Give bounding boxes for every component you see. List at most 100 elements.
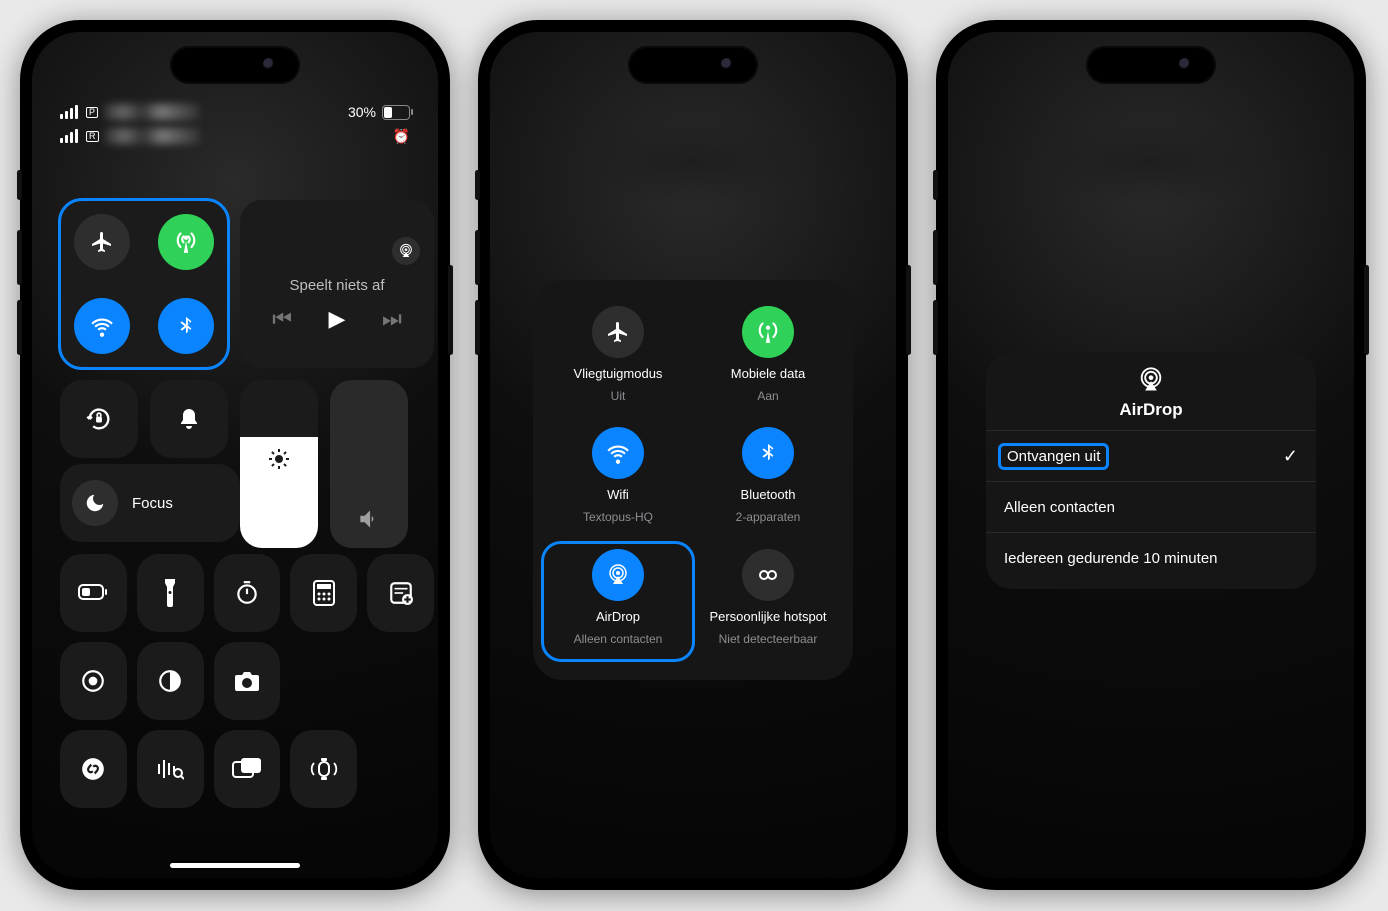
calculator-icon	[313, 580, 335, 606]
wifi-item[interactable]: Wifi Textopus-HQ	[543, 421, 693, 538]
cellular-bars-icon	[60, 129, 78, 143]
bluetooth-toggle[interactable]	[158, 298, 214, 354]
airplane-icon	[606, 320, 630, 344]
airplane-icon	[90, 230, 114, 254]
battery-icon	[382, 105, 410, 120]
hotspot-title: Persoonlijke hotspot	[709, 609, 826, 624]
airdrop-item[interactable]: AirDrop Alleen contacten	[543, 543, 693, 660]
apple-watch-ping-button[interactable]	[290, 730, 357, 808]
phone-frame-1: P ████████ 30% R ████████	[20, 20, 450, 890]
carrier-2-label: ████████	[105, 128, 200, 144]
bell-icon	[177, 407, 201, 431]
airdrop-option-off[interactable]: Ontvangen uit ✓	[986, 430, 1316, 481]
sound-recognition-button[interactable]	[137, 730, 204, 808]
calculator-button[interactable]	[290, 554, 357, 632]
airdrop-menu-title: AirDrop	[1119, 400, 1182, 420]
battery-icon	[78, 584, 108, 602]
brightness-slider[interactable]	[240, 380, 318, 548]
screen-control-center: P ████████ 30% R ████████	[32, 32, 438, 878]
record-icon	[80, 668, 106, 694]
airdrop-option-off-label: Ontvangen uit	[998, 443, 1109, 470]
wifi-toggle[interactable]	[74, 298, 130, 354]
focus-button[interactable]: Focus	[60, 464, 240, 542]
next-track-button[interactable]: ⏭	[382, 306, 402, 332]
volume-icon	[356, 506, 382, 532]
screenshot-stage: P ████████ 30% R ████████	[0, 0, 1388, 911]
airdrop-icon	[1137, 366, 1165, 394]
shazam-icon	[80, 756, 106, 782]
volume-slider[interactable]	[330, 380, 408, 548]
sim2-tag: R	[86, 131, 99, 142]
wifi-title: Wifi	[607, 487, 629, 502]
bluetooth-sub: 2-apparaten	[736, 510, 801, 524]
dark-mode-button[interactable]	[137, 642, 204, 720]
airplane-title: Vliegtuigmodus	[574, 366, 663, 381]
screen-record-button[interactable]	[60, 642, 127, 720]
airdrop-option-everyone-label: Iedereen gedurende 10 minuten	[1004, 550, 1218, 567]
airdrop-option-everyone[interactable]: Iedereen gedurende 10 minuten	[986, 532, 1316, 583]
airdrop-option-contacts-label: Alleen contacten	[1004, 499, 1115, 516]
play-button[interactable]: ▶	[329, 306, 346, 332]
bluetooth-item[interactable]: Bluetooth 2-apparaten	[693, 421, 843, 538]
airplane-mode-toggle[interactable]	[74, 214, 130, 270]
checkmark-icon: ✓	[1283, 446, 1298, 467]
cellular-data-item[interactable]: Mobiele data Aan	[693, 300, 843, 417]
cellular-antenna-icon	[173, 229, 199, 255]
hotspot-item[interactable]: Persoonlijke hotspot Niet detecteerbaar	[693, 543, 843, 660]
wifi-icon	[605, 440, 631, 466]
screen-connectivity-expanded: Vliegtuigmodus Uit Mobiele data Aan Wifi…	[490, 32, 896, 878]
mirror-icon	[232, 757, 262, 781]
camera-icon	[233, 670, 261, 692]
bluetooth-title: Bluetooth	[741, 487, 796, 502]
media-controls-tile[interactable]: Speelt niets af ⏮ ▶ ⏭	[240, 200, 434, 368]
waveform-search-icon	[156, 758, 184, 780]
focus-label: Focus	[132, 495, 173, 512]
brightness-icon	[267, 447, 291, 471]
screen-airdrop-options: AirDrop Ontvangen uit ✓ Alleen contacten…	[948, 32, 1354, 878]
orientation-lock-button[interactable]	[60, 380, 138, 458]
bluetooth-icon	[175, 315, 197, 337]
airplane-sub: Uit	[611, 389, 626, 403]
hotspot-icon	[756, 563, 780, 587]
cellular-title: Mobiele data	[731, 366, 805, 381]
flashlight-button[interactable]	[137, 554, 204, 632]
note-plus-icon	[388, 580, 414, 606]
previous-track-button[interactable]: ⏮	[272, 306, 292, 332]
low-power-mode-button[interactable]	[60, 554, 127, 632]
silent-mode-button[interactable]	[150, 380, 228, 458]
quick-note-button[interactable]	[367, 554, 434, 632]
orientation-lock-icon	[85, 405, 113, 433]
airdrop-sub: Alleen contacten	[574, 632, 663, 646]
wifi-icon	[89, 313, 115, 339]
phone-frame-3: AirDrop Ontvangen uit ✓ Alleen contacten…	[936, 20, 1366, 890]
timer-icon	[234, 580, 260, 606]
screen-mirroring-button[interactable]	[214, 730, 281, 808]
connectivity-cluster[interactable]	[60, 200, 228, 368]
shortcuts-grid	[60, 554, 434, 808]
airdrop-menu: AirDrop Ontvangen uit ✓ Alleen contacten…	[986, 352, 1316, 589]
watch-ping-icon	[309, 756, 339, 782]
now-playing-label: Speelt niets af	[254, 277, 420, 294]
connectivity-panel: Vliegtuigmodus Uit Mobiele data Aan Wifi…	[533, 280, 853, 680]
sim1-tag: P	[86, 107, 98, 118]
alarm-icon: ⏰	[393, 128, 410, 145]
shazam-button[interactable]	[60, 730, 127, 808]
airdrop-option-contacts[interactable]: Alleen contacten	[986, 481, 1316, 532]
cellular-data-toggle[interactable]	[158, 214, 214, 270]
timer-button[interactable]	[214, 554, 281, 632]
airplane-mode-item[interactable]: Vliegtuigmodus Uit	[543, 300, 693, 417]
phone-frame-2: Vliegtuigmodus Uit Mobiele data Aan Wifi…	[478, 20, 908, 890]
airplay-icon	[398, 243, 414, 259]
camera-button[interactable]	[214, 642, 281, 720]
hotspot-sub: Niet detecteerbaar	[719, 632, 818, 646]
cellular-sub: Aan	[757, 389, 778, 403]
bluetooth-icon	[757, 442, 779, 464]
focus-moon-icon	[72, 480, 118, 526]
home-indicator[interactable]	[170, 863, 300, 868]
airdrop-title: AirDrop	[596, 609, 640, 624]
status-bar: P ████████ 30% R ████████	[32, 100, 438, 148]
airdrop-icon	[606, 563, 630, 587]
airplay-button[interactable]	[392, 237, 420, 265]
cellular-bars-icon	[60, 105, 78, 119]
wifi-sub: Textopus-HQ	[583, 510, 653, 524]
